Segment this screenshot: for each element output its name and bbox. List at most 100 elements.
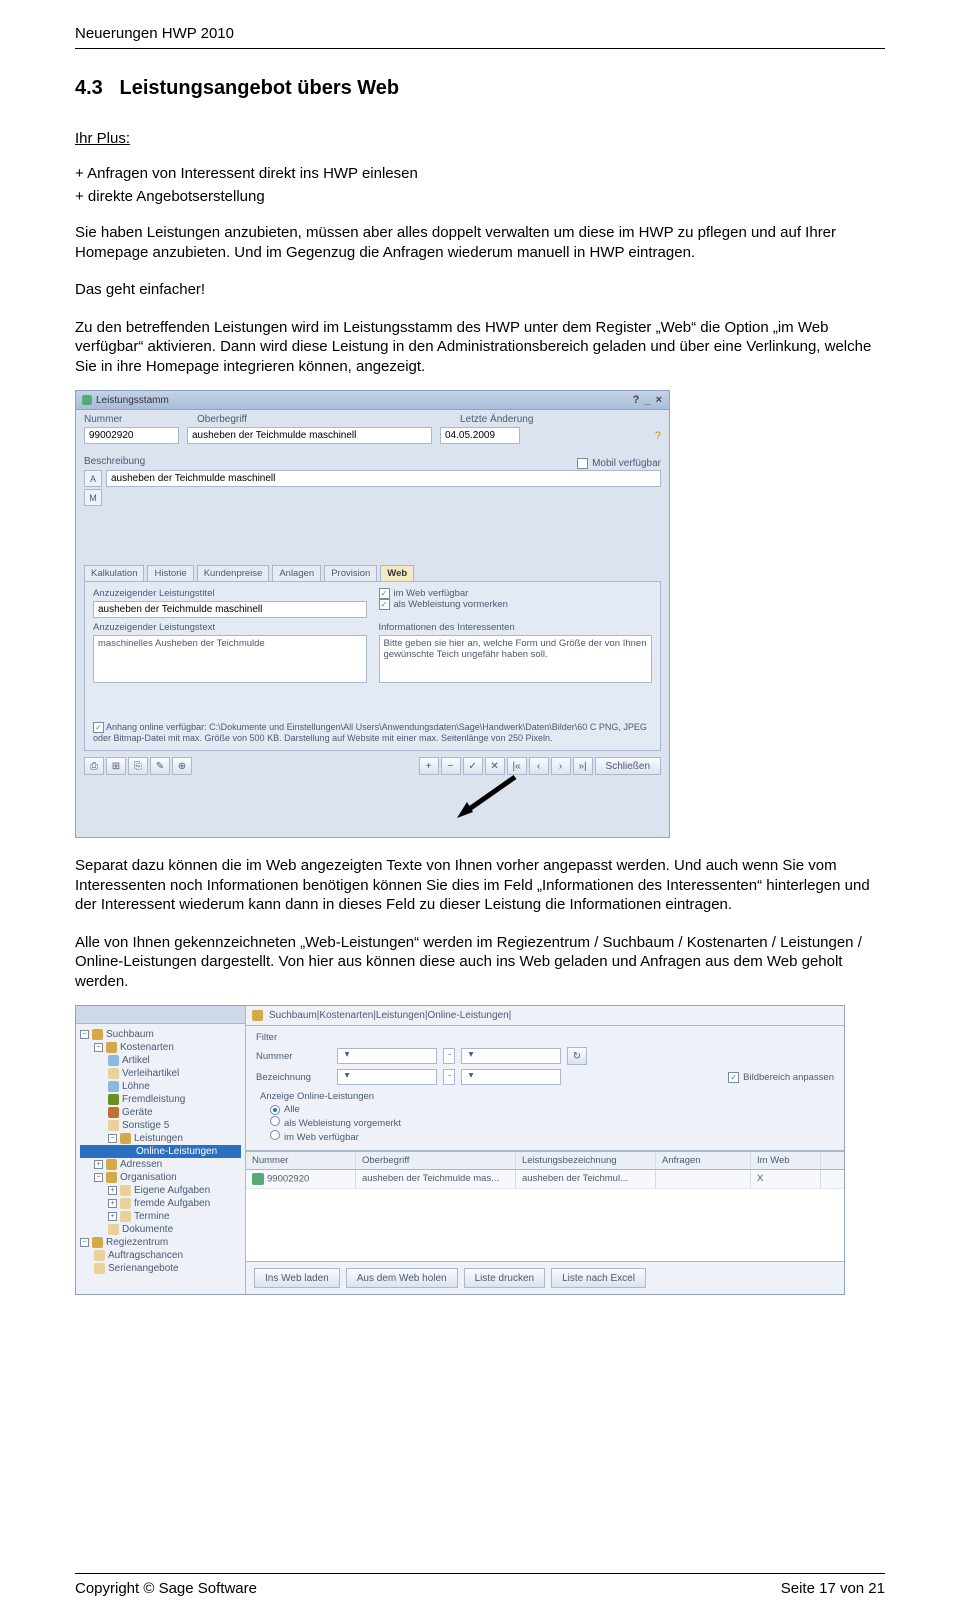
radio-alle[interactable]: Alle xyxy=(270,1104,824,1115)
col-nummer[interactable]: Nummer xyxy=(246,1152,356,1169)
checkbox-vormerken[interactable]: ✓als Webleistung vormerken xyxy=(379,599,653,610)
label-letzte-aenderung: Letzte Änderung xyxy=(460,414,533,425)
tree-item-sonstige[interactable]: Sonstige 5 xyxy=(80,1119,241,1132)
tree-item-eigene[interactable]: +Eigene Aufgaben xyxy=(80,1184,241,1197)
tree-header xyxy=(76,1006,245,1024)
remove-button[interactable]: − xyxy=(441,757,461,775)
filter-label-nummer: Nummer xyxy=(256,1051,331,1062)
regie-window: −Suchbaum −Kostenarten Artikel Verleihar… xyxy=(75,1005,845,1295)
intro-paragraph-3: Zu den betreffenden Leistungen wird im L… xyxy=(75,318,885,377)
beschreibung-input[interactable] xyxy=(106,470,661,487)
header-rule xyxy=(75,48,885,49)
label-info-interessent: Informationen des Interessenten xyxy=(379,622,653,633)
format-button-a[interactable]: A xyxy=(84,470,102,487)
leistungstitel-input[interactable] xyxy=(93,601,367,618)
last-button[interactable]: »| xyxy=(573,757,593,775)
radio-im-web[interactable]: im Web verfügbar xyxy=(270,1130,824,1143)
tree-item-serienangebote[interactable]: Serienangebote xyxy=(80,1262,241,1275)
filter-refresh-icon[interactable]: ↻ xyxy=(567,1047,587,1065)
footer-page-number: Seite 17 von 21 xyxy=(781,1580,885,1597)
row-icon xyxy=(252,1173,264,1185)
web-panel: Anzuzeigender Leistungstitel ✓im Web ver… xyxy=(84,581,661,751)
tree-item-suchbaum[interactable]: −Suchbaum xyxy=(80,1028,241,1041)
nummer-input[interactable] xyxy=(84,427,179,444)
label-leistungstitel: Anzuzeigender Leistungstitel xyxy=(93,588,367,599)
toolbar-icon-3[interactable]: ⎘ xyxy=(128,757,148,775)
result-grid: Nummer Oberbegriff Leistungsbezeichnung … xyxy=(246,1151,844,1261)
col-leistungsbez[interactable]: Leistungsbezeichnung xyxy=(516,1152,656,1169)
tree-item-fremde[interactable]: +fremde Aufgaben xyxy=(80,1197,241,1210)
table-row[interactable]: 99002920 ausheben der Teichmulde mas... … xyxy=(246,1170,844,1189)
tree-item-kostenarten[interactable]: −Kostenarten xyxy=(80,1041,241,1054)
tab-web[interactable]: Web xyxy=(380,565,414,581)
toolbar-icon-5[interactable]: ⊕ xyxy=(172,757,192,775)
tree-item-termine[interactable]: +Termine xyxy=(80,1210,241,1223)
tree-item-online-leistungen[interactable]: Online-Leistungen xyxy=(80,1145,241,1158)
tree-item-loehne[interactable]: Löhne xyxy=(80,1080,241,1093)
filter-bez-1[interactable]: ▾ xyxy=(337,1069,437,1085)
letzte-input[interactable] xyxy=(440,427,520,444)
filter-nummer-2[interactable]: ▾ xyxy=(461,1048,561,1064)
tree-item-verleihartikel[interactable]: Verleihartikel xyxy=(80,1067,241,1080)
label-leistungstext: Anzuzeigender Leistungstext xyxy=(93,622,367,633)
tree-item-adressen[interactable]: +Adressen xyxy=(80,1158,241,1171)
first-button[interactable]: |« xyxy=(507,757,527,775)
tab-kalkulation[interactable]: Kalkulation xyxy=(84,565,144,581)
leistungsstamm-window: Leistungsstamm ? _ × Nummer Oberbegriff … xyxy=(75,390,670,838)
confirm-button[interactable]: ✓ xyxy=(463,757,483,775)
checkbox-bildbereich[interactable]: ✓Bildbereich anpassen xyxy=(728,1072,834,1083)
window-titlebar: Leistungsstamm ? _ × xyxy=(76,391,669,410)
leistungstext-input[interactable]: maschinelles Ausheben der Teichmulde xyxy=(93,635,367,683)
intro-paragraph-2: Das geht einfacher! xyxy=(75,280,885,300)
tree-item-dokumente[interactable]: Dokumente xyxy=(80,1223,241,1236)
window-controls[interactable]: ? _ × xyxy=(633,394,663,406)
col-anfragen[interactable]: Anfragen xyxy=(656,1152,751,1169)
tree-item-organisation[interactable]: −Organisation xyxy=(80,1171,241,1184)
format-button-m[interactable]: M xyxy=(84,489,102,506)
info-interessent-input[interactable]: Bitte geben sie hier an, welche Form und… xyxy=(379,635,653,683)
toolbar-icon-4[interactable]: ✎ xyxy=(150,757,170,775)
vormerken-label: als Webleistung vormerken xyxy=(394,599,508,610)
filter-title: Filter xyxy=(256,1032,834,1043)
filter-nummer-op[interactable]: - xyxy=(443,1048,455,1064)
im-web-label: im Web verfügbar xyxy=(394,588,469,599)
col-oberbegriff[interactable]: Oberbegriff xyxy=(356,1152,516,1169)
tab-anlagen[interactable]: Anlagen xyxy=(272,565,321,581)
button-liste-drucken[interactable]: Liste drucken xyxy=(464,1268,545,1288)
paragraph-separat: Separat dazu können die im Web angezeigt… xyxy=(75,856,885,915)
page-footer: Copyright © Sage Software Seite 17 von 2… xyxy=(75,1573,885,1597)
tree-item-geraete[interactable]: Geräte xyxy=(80,1106,241,1119)
next-button[interactable]: › xyxy=(551,757,571,775)
intro-paragraph-1: Sie haben Leistungen anzubieten, müssen … xyxy=(75,223,885,262)
oberbegriff-input[interactable] xyxy=(187,427,432,444)
close-button[interactable]: Schließen xyxy=(595,757,661,775)
tab-historie[interactable]: Historie xyxy=(147,565,193,581)
filter-bez-op[interactable]: - xyxy=(443,1069,455,1085)
tree-item-leistungen[interactable]: −Leistungen xyxy=(80,1132,241,1145)
add-button[interactable]: + xyxy=(419,757,439,775)
button-liste-excel[interactable]: Liste nach Excel xyxy=(551,1268,646,1288)
tree-item-artikel[interactable]: Artikel xyxy=(80,1054,241,1067)
filter-bez-2[interactable]: ▾ xyxy=(461,1069,561,1085)
tree-item-regie[interactable]: −Regiezentrum xyxy=(80,1236,241,1249)
button-aus-web[interactable]: Aus dem Web holen xyxy=(346,1268,458,1288)
filter-panel: Filter Nummer ▾ - ▾ ↻ Bezeichnung ▾ - ▾ … xyxy=(246,1026,844,1151)
checkbox-im-web[interactable]: ✓im Web verfügbar xyxy=(379,588,653,599)
info-icon: ? xyxy=(655,430,661,442)
breadcrumb-icon xyxy=(252,1010,263,1021)
prev-button[interactable]: ‹ xyxy=(529,757,549,775)
tree-item-auftragschancen[interactable]: Auftragschancen xyxy=(80,1249,241,1262)
mobil-verfuegbar-checkbox[interactable]: Mobil verfügbar xyxy=(577,456,661,470)
radio-vorgemerkt[interactable]: als Webleistung vorgemerkt xyxy=(270,1116,824,1129)
tab-kundenpreise[interactable]: Kundenpreise xyxy=(197,565,270,581)
cancel-button[interactable]: ✕ xyxy=(485,757,505,775)
button-ins-web[interactable]: Ins Web laden xyxy=(254,1268,340,1288)
col-im-web[interactable]: Im Web xyxy=(751,1152,821,1169)
window-title: Leistungsstamm xyxy=(96,395,169,406)
toolbar-icon-1[interactable]: ⎙ xyxy=(84,757,104,775)
filter-nummer-1[interactable]: ▾ xyxy=(337,1048,437,1064)
tree-item-fremdleistung[interactable]: Fremdleistung xyxy=(80,1093,241,1106)
toolbar-icon-2[interactable]: ⊞ xyxy=(106,757,126,775)
plus-item-1: + Anfragen von Interessent direkt ins HW… xyxy=(75,165,885,182)
tab-provision[interactable]: Provision xyxy=(324,565,377,581)
